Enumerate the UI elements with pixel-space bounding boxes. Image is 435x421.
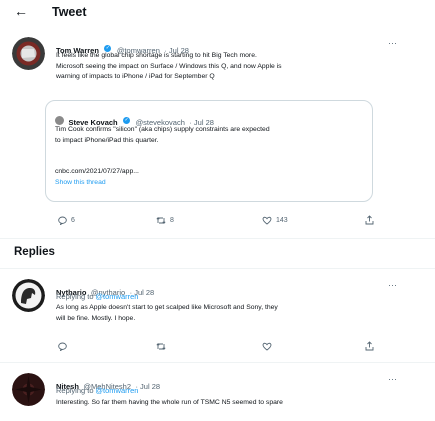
show-thread-link[interactable]: Show this thread (55, 178, 106, 189)
replying-to: Replying to @tomwarren (56, 292, 138, 304)
quote-text: Tim Cook confirms "silicon" (aka chips) … (55, 125, 365, 146)
retweet-action[interactable] (156, 342, 166, 351)
share-action[interactable] (365, 215, 374, 225)
like-icon (262, 342, 272, 351)
quote-text-line: Tim Cook confirms "silicon" (aka chips) … (55, 126, 270, 133)
reply-count: 6 (71, 217, 75, 224)
replying-to-prefix: Replying to (56, 386, 94, 395)
quote-tweet-card[interactable]: Steve Kovach ✓ @stevekovach · Jul 28 Tim… (45, 100, 373, 202)
avatar[interactable] (12, 373, 45, 406)
avatar[interactable] (12, 279, 45, 312)
top-bar: ← Tweet (0, 0, 435, 24)
retweet-icon (156, 343, 166, 350)
replying-to-prefix: Replying to (56, 292, 94, 301)
retweet-count: 8 (170, 217, 174, 224)
reply-action[interactable]: 6 (58, 216, 75, 225)
back-arrow-icon[interactable]: ← (14, 3, 28, 19)
like-action[interactable] (262, 342, 272, 351)
more-icon[interactable]: ··· (388, 38, 397, 48)
retweet-icon (156, 217, 166, 224)
page-title: Tweet (52, 5, 87, 19)
reply-text-line: will be fine. Mostly. I hope. (56, 314, 136, 322)
quote-text-line: to impact iPhone/iPad this quarter. (55, 136, 159, 144)
reply-icon (58, 216, 67, 225)
tweet-text-line: It feels like the global chip shortage i… (56, 52, 257, 59)
divider (0, 238, 435, 239)
tweet-text-line: Microsoft seeing the impact on Surface /… (56, 62, 282, 70)
avatar[interactable] (12, 37, 45, 70)
retweet-action[interactable]: 8 (156, 216, 174, 225)
verified-icon: ✓ (123, 117, 131, 125)
reply-action[interactable] (58, 342, 67, 351)
share-action[interactable] (365, 341, 374, 351)
more-icon[interactable]: ··· (388, 280, 397, 290)
replies-heading: Replies (14, 246, 55, 258)
replying-to: Replying to @tomwarren (56, 386, 138, 398)
replying-to-handle[interactable]: @tomwarren (95, 386, 138, 395)
reply-date[interactable]: · Jul 28 (135, 382, 160, 391)
quote-avatar (55, 116, 64, 126)
share-icon (365, 215, 374, 225)
more-icon[interactable]: ··· (388, 374, 397, 384)
divider (0, 362, 435, 363)
like-count: 143 (276, 217, 288, 224)
like-action[interactable]: 143 (262, 216, 288, 225)
divider (0, 268, 435, 269)
tweet-text-line: warning of impacts to iPhone / iPad for … (56, 73, 215, 80)
reply-text-line: Interesting. So far them having the whol… (56, 399, 283, 406)
replying-to-handle[interactable]: @tomwarren (95, 292, 138, 301)
quote-link[interactable]: cnbc.com/2021/07/27/app... (55, 167, 139, 178)
like-icon (262, 216, 272, 225)
reply-text-line: As long as Apple doesn't start to get sc… (56, 304, 278, 311)
tweet-text: It feels like the global chip shortage i… (56, 51, 391, 83)
reply-text: As long as Apple doesn't start to get sc… (56, 303, 391, 324)
reply-text: Interesting. So far them having the whol… (56, 398, 416, 409)
reply-icon (58, 342, 67, 351)
share-icon (365, 341, 374, 351)
